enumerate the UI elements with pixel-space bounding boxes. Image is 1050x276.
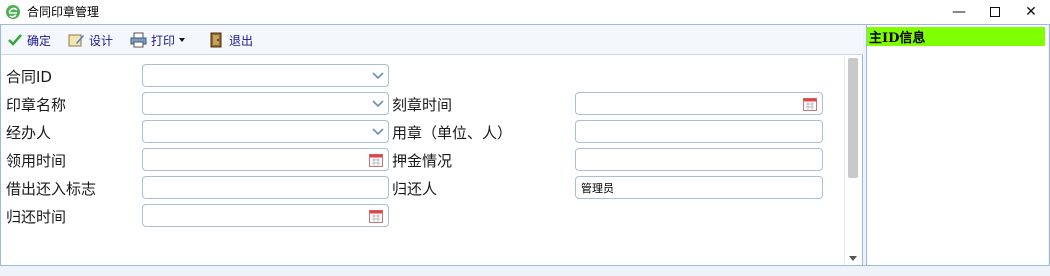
- engrave-time-date[interactable]: [575, 92, 823, 115]
- seal-user-input[interactable]: [575, 120, 823, 143]
- chevron-down-icon[interactable]: [369, 67, 386, 84]
- deposit-label: 押金情况: [392, 152, 453, 170]
- calendar-icon[interactable]: [369, 153, 383, 167]
- exit-button[interactable]: 退出: [208, 30, 253, 50]
- ok-label: 确定: [27, 33, 52, 48]
- borrow-flag-label: 借出还入标志: [6, 180, 97, 198]
- print-label: 打印: [151, 33, 176, 48]
- design-button[interactable]: 设计: [68, 30, 113, 50]
- calendar-icon[interactable]: [803, 97, 817, 111]
- ok-button[interactable]: 确定: [7, 30, 51, 50]
- close-button[interactable]: ✕: [1014, 0, 1048, 24]
- handler-combo[interactable]: [142, 120, 389, 143]
- receive-time-date[interactable]: [142, 148, 389, 171]
- maximize-button[interactable]: [978, 0, 1012, 24]
- bottom-strip: [0, 265, 1050, 276]
- contract-id-label: 合同ID: [6, 68, 52, 86]
- print-button[interactable]: 打印: [130, 30, 193, 50]
- title-bar: 合同印章管理 — ✕: [0, 0, 1050, 24]
- printer-icon: [130, 32, 147, 48]
- seal-name-combo[interactable]: [142, 92, 389, 115]
- engrave-time-label: 刻章时间: [392, 96, 453, 114]
- maximize-icon: [990, 7, 1000, 17]
- minimize-icon: —: [952, 4, 966, 20]
- contract-id-combo[interactable]: [142, 64, 389, 87]
- checkmark-icon: [8, 34, 22, 46]
- returner-label: 归还人: [392, 180, 438, 198]
- side-panel-header: 主ID信息: [867, 27, 1045, 46]
- exit-door-icon: [210, 32, 222, 48]
- design-label: 设计: [89, 33, 114, 48]
- handler-label: 经办人: [6, 124, 52, 142]
- edit-form-icon: [68, 34, 84, 47]
- dropdown-arrow-icon[interactable]: [175, 35, 189, 45]
- borrow-flag-input[interactable]: [142, 176, 389, 199]
- chevron-down-icon[interactable]: [369, 95, 386, 112]
- seal-user-label: 用章（单位、人）: [392, 124, 513, 142]
- close-icon: ✕: [1025, 4, 1037, 20]
- return-time-date[interactable]: [142, 204, 389, 227]
- exit-label: 退出: [229, 33, 254, 48]
- calendar-icon[interactable]: [369, 209, 383, 223]
- vertical-scrollbar[interactable]: [844, 56, 862, 265]
- returner-input[interactable]: 管理员: [575, 176, 823, 199]
- chevron-down-icon[interactable]: [369, 123, 386, 140]
- app-logo-icon: [6, 5, 20, 19]
- seal-name-label: 印章名称: [6, 96, 67, 114]
- toolbar: 确定 设计 打印 退出: [1, 25, 863, 55]
- form-panel: 确定 设计 打印 退出 合同ID 印章名称 刻章时间 经办人 用章（单位、人） …: [1, 25, 863, 265]
- return-time-label: 归还时间: [6, 208, 67, 226]
- form-area: 合同ID 印章名称 刻章时间 经办人 用章（单位、人） 领用时间 押金情况 借出…: [1, 56, 844, 264]
- window-title: 合同印章管理: [27, 5, 100, 19]
- side-panel: 主ID信息: [866, 25, 1048, 265]
- deposit-input[interactable]: [575, 148, 823, 171]
- scrollbar-thumb[interactable]: [848, 58, 858, 178]
- minimize-button[interactable]: —: [942, 0, 976, 24]
- scroll-down-icon[interactable]: [849, 256, 857, 261]
- returner-value: 管理员: [581, 181, 614, 195]
- receive-time-label: 领用时间: [6, 152, 67, 170]
